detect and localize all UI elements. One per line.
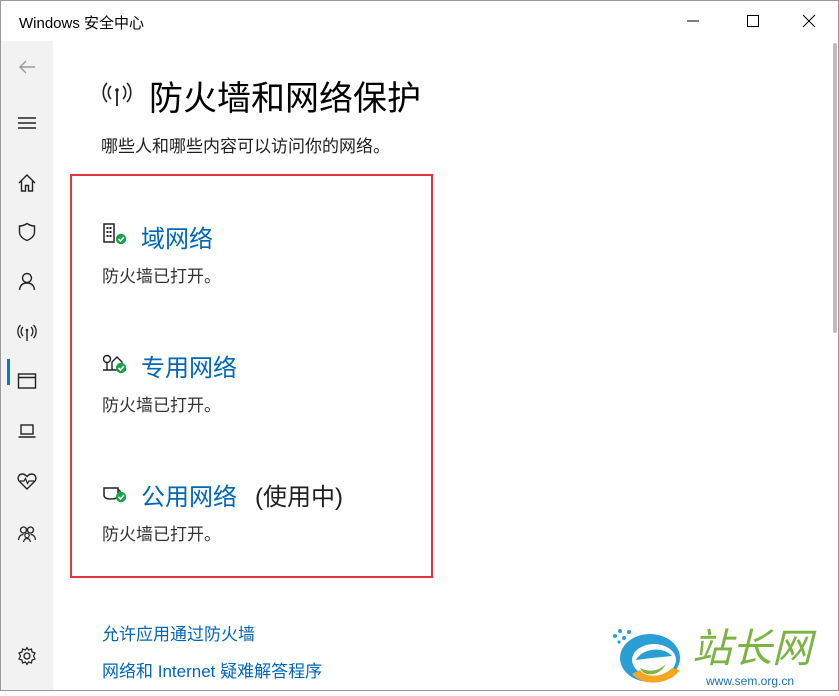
- title-bar[interactable]: Windows 安全中心: [1, 1, 838, 41]
- heart-pulse-icon: [17, 473, 37, 490]
- nav-firewall[interactable]: [1, 310, 53, 354]
- network-troubleshooter-link[interactable]: 网络和 Internet 疑难解答程序: [102, 657, 322, 682]
- page-title: 防火墙和网络保护: [149, 80, 421, 118]
- shield-icon: [18, 222, 36, 242]
- private-network-icon: [102, 354, 127, 374]
- laptop-icon: [18, 424, 36, 438]
- watermark-site-name: 站长网: [692, 626, 812, 672]
- public-network-icon: [103, 487, 127, 503]
- close-button[interactable]: [781, 1, 837, 41]
- maximize-button[interactable]: [725, 1, 781, 41]
- hamburger-icon: [18, 117, 36, 129]
- window-title: Windows 安全中心: [19, 15, 145, 32]
- app-window: Windows 安全中心 防火墙和网络保护 哪些人和哪些内容可以访问你的网络。 …: [0, 0, 839, 691]
- network-status-private: 防火墙已打开。: [102, 396, 221, 415]
- domain-network-icon: [103, 223, 127, 245]
- nav-settings[interactable]: [1, 634, 53, 678]
- nav-account-protection[interactable]: [1, 259, 53, 303]
- menu-button[interactable]: [1, 101, 53, 145]
- nav-device-security[interactable]: [1, 409, 53, 453]
- site-watermark: 站长网 www.sem.org.cn: [602, 612, 839, 691]
- network-in-use-label: (使用中): [255, 484, 343, 511]
- network-status-public: 防火墙已打开。: [102, 525, 221, 544]
- home-icon: [18, 174, 36, 192]
- network-status-domain: 防火墙已打开。: [102, 267, 221, 286]
- nav-app-browser-control[interactable]: [1, 359, 53, 403]
- nav-home[interactable]: [1, 161, 53, 205]
- allow-app-through-firewall-link[interactable]: 允许应用通过防火墙: [102, 620, 255, 645]
- scrollbar-thumb[interactable]: [833, 43, 837, 333]
- person-icon: [18, 272, 36, 291]
- browser-window-icon: [17, 373, 37, 389]
- network-link-domain[interactable]: 域网络: [141, 219, 213, 254]
- wireless-antenna-icon: [102, 82, 132, 106]
- network-link-private[interactable]: 专用网络: [141, 348, 237, 383]
- close-icon: [802, 14, 816, 28]
- back-button[interactable]: [1, 45, 53, 89]
- gear-icon: [18, 646, 36, 666]
- sidebar: [1, 41, 53, 690]
- nav-family-options[interactable]: [1, 511, 53, 555]
- nav-device-performance[interactable]: [1, 459, 53, 503]
- watermark-url: www.sem.org.cn: [706, 674, 795, 688]
- network-link-public[interactable]: 公用网络: [141, 477, 237, 512]
- minimize-icon: [687, 20, 699, 22]
- maximize-icon: [747, 15, 759, 27]
- family-icon: [17, 526, 37, 543]
- wireless-antenna-icon: [17, 324, 37, 341]
- minimize-button[interactable]: [665, 1, 721, 41]
- page-subtitle: 哪些人和哪些内容可以访问你的网络。: [101, 137, 390, 156]
- back-arrow-icon: [19, 60, 35, 74]
- nav-virus-protection[interactable]: [1, 210, 53, 254]
